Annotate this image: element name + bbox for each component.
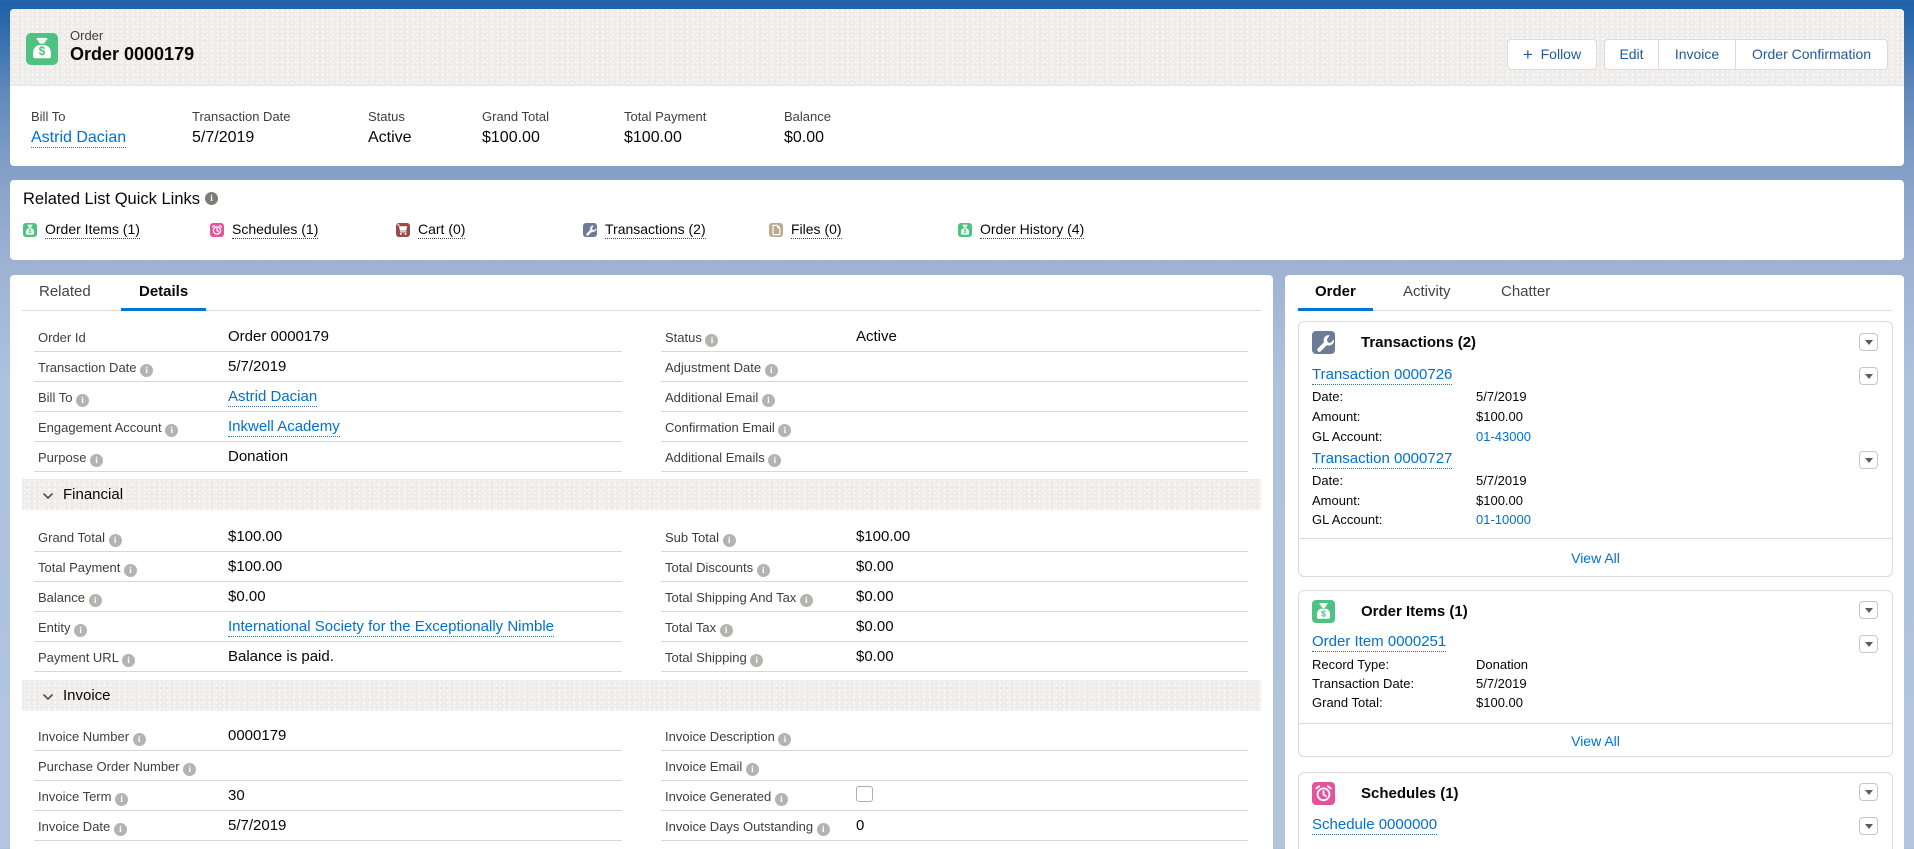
svg-text:$: $ [963,229,966,235]
svg-text:$: $ [28,229,31,235]
svg-text:$: $ [39,46,46,58]
svg-text:$: $ [1321,608,1326,618]
